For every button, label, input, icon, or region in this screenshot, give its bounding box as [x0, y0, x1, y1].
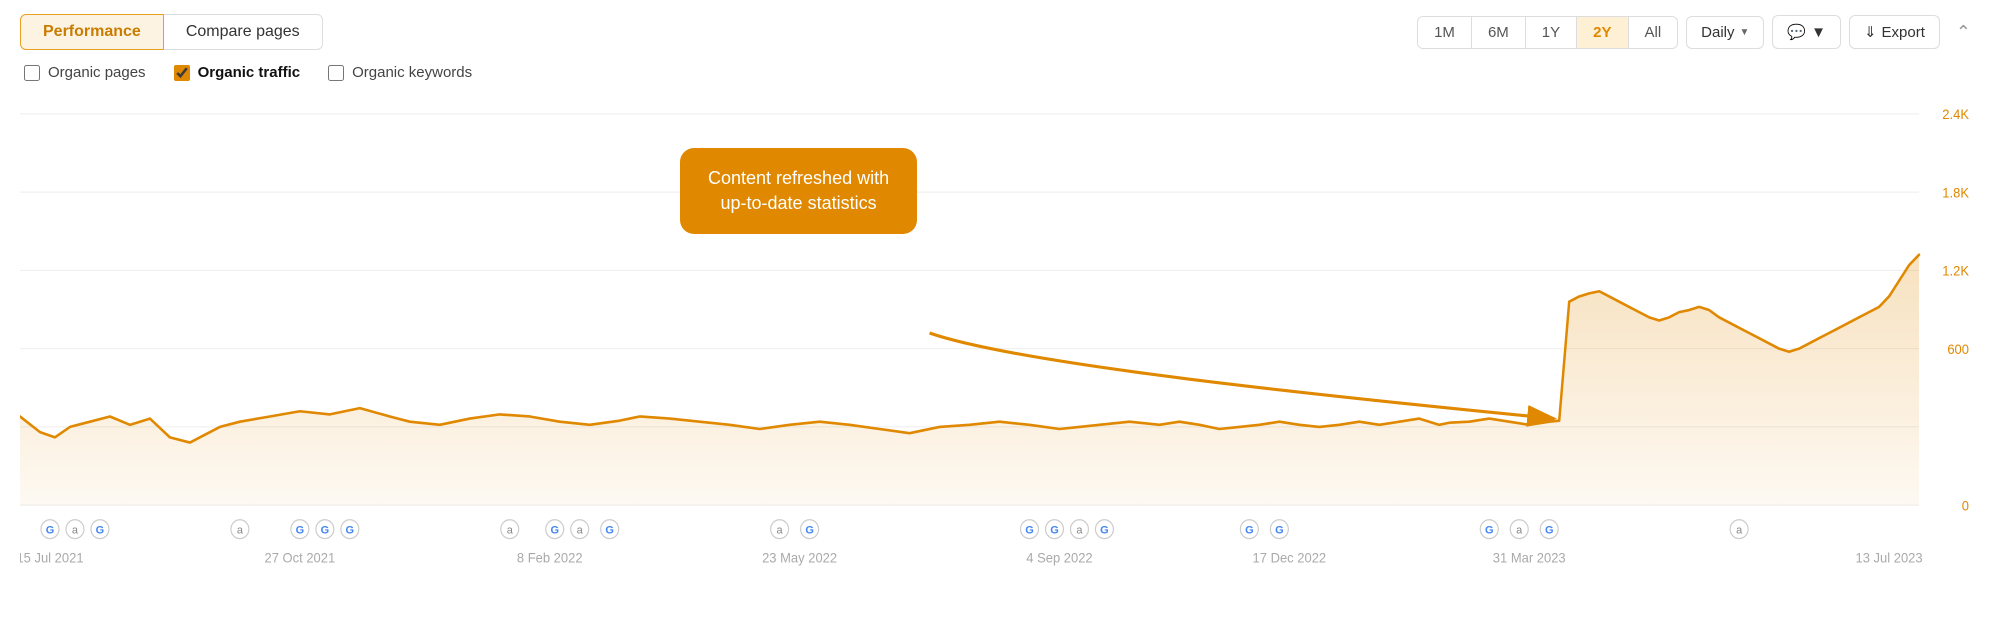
export-label: Export	[1882, 24, 1925, 41]
daily-dropdown[interactable]: Daily ▼	[1686, 16, 1764, 49]
comment-btn[interactable]: 💬 ▼	[1772, 15, 1841, 49]
tab-compare-pages[interactable]: Compare pages	[164, 14, 323, 50]
time-btn-1m[interactable]: 1M	[1418, 17, 1472, 48]
time-btn-1y[interactable]: 1Y	[1526, 17, 1577, 48]
svg-text:600: 600	[1947, 342, 1969, 357]
svg-text:23 May 2022: 23 May 2022	[762, 550, 837, 565]
collapse-btn[interactable]: ⌃	[1948, 17, 1979, 48]
svg-text:27 Oct 2021: 27 Oct 2021	[265, 550, 336, 565]
svg-text:a: a	[1516, 524, 1523, 536]
tab-performance[interactable]: Performance	[20, 14, 164, 50]
svg-text:15 Jul 2021: 15 Jul 2021	[20, 550, 84, 565]
svg-text:G: G	[96, 524, 105, 536]
svg-text:a: a	[507, 524, 514, 536]
checkbox-organic-traffic[interactable]: Organic traffic	[174, 64, 301, 81]
svg-text:G: G	[1245, 524, 1254, 536]
time-btn-group: 1M 6M 1Y 2Y All	[1417, 16, 1678, 49]
daily-label: Daily	[1701, 24, 1734, 41]
svg-text:a: a	[1736, 524, 1743, 536]
time-btn-6m[interactable]: 6M	[1472, 17, 1526, 48]
svg-text:G: G	[605, 524, 614, 536]
svg-text:a: a	[72, 524, 79, 536]
checkbox-organic-pages-input[interactable]	[24, 65, 40, 81]
checkbox-organic-keywords-label: Organic keywords	[352, 64, 472, 81]
comment-icon: 💬	[1787, 23, 1806, 41]
export-btn[interactable]: ⇓ Export	[1849, 15, 1940, 49]
svg-text:17 Dec 2022: 17 Dec 2022	[1253, 550, 1327, 565]
time-btn-all[interactable]: All	[1629, 17, 1678, 48]
checkbox-organic-traffic-label: Organic traffic	[198, 64, 301, 81]
svg-text:G: G	[805, 524, 814, 536]
svg-text:1.8K: 1.8K	[1942, 185, 1969, 200]
svg-text:G: G	[550, 524, 559, 536]
svg-text:G: G	[296, 524, 305, 536]
checkbox-organic-pages-label: Organic pages	[48, 64, 146, 81]
svg-text:G: G	[46, 524, 55, 536]
caret-icon: ▼	[1740, 27, 1750, 38]
svg-text:2.4K: 2.4K	[1942, 107, 1969, 122]
svg-text:a: a	[577, 524, 584, 536]
svg-text:4 Sep 2022: 4 Sep 2022	[1026, 550, 1092, 565]
svg-text:1.2K: 1.2K	[1942, 263, 1969, 278]
controls-right: 1M 6M 1Y 2Y All Daily ▼ 💬 ▼ ⇓ Export ⌃	[1417, 15, 1979, 49]
svg-text:G: G	[1275, 524, 1284, 536]
svg-text:31 Mar 2023: 31 Mar 2023	[1493, 550, 1566, 565]
checkbox-organic-pages[interactable]: Organic pages	[24, 64, 146, 81]
time-btn-2y[interactable]: 2Y	[1577, 17, 1628, 48]
checkbox-row: Organic pages Organic traffic Organic ke…	[20, 64, 1979, 81]
page-container: Performance Compare pages 1M 6M 1Y 2Y Al…	[0, 0, 1999, 633]
svg-text:G: G	[1050, 524, 1059, 536]
svg-text:G: G	[1100, 524, 1109, 536]
checkbox-organic-keywords-input[interactable]	[328, 65, 344, 81]
comment-caret-icon: ▼	[1811, 24, 1826, 41]
svg-text:0: 0	[1962, 498, 1969, 513]
svg-text:a: a	[237, 524, 244, 536]
svg-text:G: G	[1025, 524, 1034, 536]
chart-svg: G a G a G G G a G a	[20, 93, 1979, 573]
svg-text:G: G	[321, 524, 330, 536]
svg-text:a: a	[777, 524, 784, 536]
svg-text:G: G	[1545, 524, 1554, 536]
export-icon: ⇓	[1864, 23, 1877, 41]
svg-text:a: a	[1076, 524, 1083, 536]
tab-group: Performance Compare pages	[20, 14, 323, 50]
checkbox-organic-traffic-input[interactable]	[174, 65, 190, 81]
chart-area: G a G a G G G a G a	[20, 93, 1979, 573]
header-row: Performance Compare pages 1M 6M 1Y 2Y Al…	[20, 14, 1979, 50]
svg-text:8 Feb 2022: 8 Feb 2022	[517, 550, 583, 565]
svg-text:13 Jul 2023: 13 Jul 2023	[1855, 550, 1922, 565]
checkbox-organic-keywords[interactable]: Organic keywords	[328, 64, 472, 81]
svg-text:G: G	[1485, 524, 1494, 536]
svg-text:G: G	[346, 524, 355, 536]
